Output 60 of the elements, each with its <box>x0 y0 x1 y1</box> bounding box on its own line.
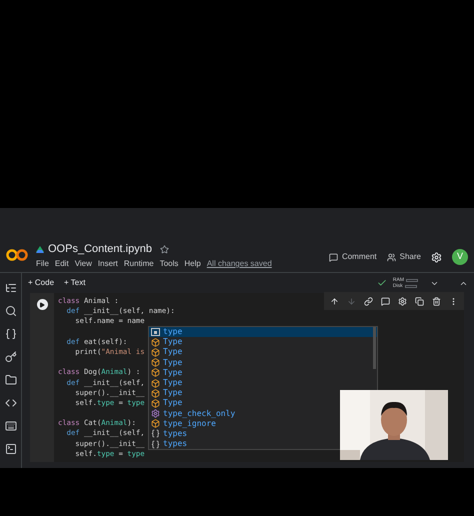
trash-icon[interactable] <box>432 296 441 306</box>
comment-icon[interactable] <box>381 296 390 306</box>
drive-icon <box>36 246 44 252</box>
arrow-up-icon[interactable] <box>330 296 339 306</box>
comment-button[interactable]: Comment <box>328 251 377 263</box>
keyboard-icon[interactable] <box>4 420 16 432</box>
run-button[interactable] <box>36 299 48 310</box>
settings-icon[interactable] <box>431 252 442 262</box>
class-icon <box>151 348 160 357</box>
add-cell-button[interactable]: + Code <box>28 277 54 289</box>
copy-icon[interactable] <box>415 296 424 306</box>
menu-item[interactable]: Runtime <box>124 259 154 269</box>
save-status-link[interactable]: All changes saved <box>206 259 272 269</box>
code-icon[interactable] <box>4 397 16 409</box>
menu-item[interactable]: File <box>36 259 49 269</box>
class-icon <box>151 338 160 347</box>
share-button[interactable]: Share <box>386 251 421 263</box>
suggestion-item[interactable]: types <box>149 428 190 440</box>
settings-icon[interactable] <box>398 296 407 306</box>
class-icon <box>151 378 160 388</box>
key-icon[interactable] <box>4 351 16 363</box>
suggestion-item[interactable]: Type <box>149 347 184 358</box>
function-icon <box>151 409 160 418</box>
variables-icon[interactable] <box>4 328 16 340</box>
people-icon <box>386 252 396 262</box>
suggestion-item[interactable]: Type <box>149 368 184 378</box>
suggestion-item[interactable]: type <box>149 327 377 338</box>
module-icon <box>151 440 160 449</box>
suggestion-item[interactable]: type_ignore <box>149 418 218 429</box>
add-cell-button[interactable]: + Text <box>64 277 86 289</box>
code-cell[interactable] <box>30 293 464 462</box>
class-icon <box>151 358 160 368</box>
terminal-icon[interactable] <box>4 443 16 455</box>
module-icon <box>151 429 160 438</box>
notebook-title[interactable]: OOPs_Content.ipynb <box>48 242 152 256</box>
suggestion-item[interactable]: Type <box>149 358 184 368</box>
table-of-contents-icon[interactable] <box>4 282 16 294</box>
menu-item[interactable]: Edit <box>54 259 69 269</box>
play-icon <box>39 302 45 308</box>
menu-item[interactable]: View <box>74 259 92 269</box>
variable-icon <box>151 328 160 336</box>
menu-item[interactable]: Tools <box>160 259 178 269</box>
folder-icon[interactable] <box>4 374 16 386</box>
class-icon <box>151 368 160 378</box>
link-icon[interactable] <box>364 296 373 306</box>
class-icon <box>151 398 160 408</box>
menu-item[interactable]: Insert <box>98 259 118 269</box>
suggestion-item[interactable]: Type <box>149 337 184 348</box>
suggestion-item[interactable]: types <box>149 439 190 450</box>
suggestion-item[interactable]: Type <box>149 388 184 398</box>
comment-icon <box>328 252 338 262</box>
menu-item[interactable]: Help <box>184 259 201 269</box>
colab-logo[interactable] <box>6 248 28 262</box>
suggestion-item[interactable]: type_check_only <box>149 408 238 419</box>
suggestion-item[interactable]: Type <box>149 378 184 388</box>
class-icon <box>151 419 160 428</box>
search-icon[interactable] <box>4 305 16 317</box>
star-icon[interactable] <box>160 244 169 254</box>
suggestion-item[interactable]: Type <box>149 398 184 408</box>
class-icon <box>151 388 160 398</box>
